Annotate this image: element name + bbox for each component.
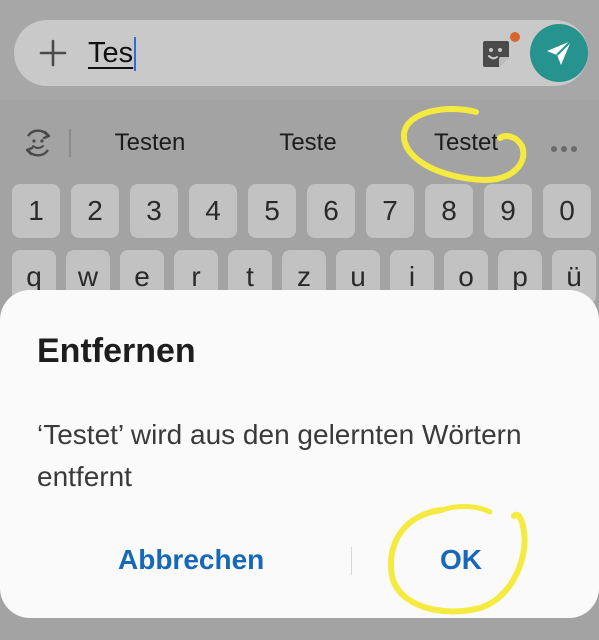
key-2[interactable]: 2 bbox=[71, 184, 119, 238]
sticker-icon[interactable] bbox=[480, 38, 512, 70]
key-0[interactable]: 0 bbox=[543, 184, 591, 238]
suggestion-2[interactable]: Teste bbox=[258, 124, 358, 162]
ok-button[interactable]: OK bbox=[440, 540, 482, 580]
suggestion-1[interactable]: Testen bbox=[100, 124, 200, 162]
key-5[interactable]: 5 bbox=[248, 184, 296, 238]
send-icon bbox=[547, 40, 572, 65]
composer-area: Tes bbox=[0, 0, 599, 100]
message-composer: Tes bbox=[14, 20, 588, 86]
suggestion-divider bbox=[69, 129, 71, 157]
plus-icon[interactable] bbox=[38, 38, 68, 68]
suggestion-bar: Testen Teste Testet bbox=[0, 100, 599, 186]
key-8[interactable]: 8 bbox=[425, 184, 473, 238]
remove-word-dialog: Entfernen ‘Testet’ wird aus den gelernte… bbox=[0, 290, 599, 618]
text-cursor bbox=[134, 37, 137, 72]
key-9[interactable]: 9 bbox=[484, 184, 532, 238]
dialog-title: Entfernen bbox=[37, 332, 196, 370]
send-button[interactable] bbox=[530, 24, 588, 82]
notification-dot bbox=[510, 32, 520, 42]
message-input[interactable]: Tes bbox=[88, 32, 137, 74]
key-6[interactable]: 6 bbox=[307, 184, 355, 238]
button-divider bbox=[351, 547, 352, 575]
suggestion-3[interactable]: Testet bbox=[416, 124, 516, 162]
key-1[interactable]: 1 bbox=[12, 184, 60, 238]
more-options-icon[interactable] bbox=[550, 140, 578, 152]
message-input-text: Tes bbox=[88, 37, 134, 69]
key-4[interactable]: 4 bbox=[189, 184, 237, 238]
key-3[interactable]: 3 bbox=[130, 184, 178, 238]
dialog-message: ‘Testet’ wird aus den gelernten Wörtern … bbox=[37, 419, 522, 492]
cancel-button[interactable]: Abbrechen bbox=[118, 540, 264, 580]
key-7[interactable]: 7 bbox=[366, 184, 414, 238]
predictive-text-icon[interactable] bbox=[20, 125, 56, 161]
